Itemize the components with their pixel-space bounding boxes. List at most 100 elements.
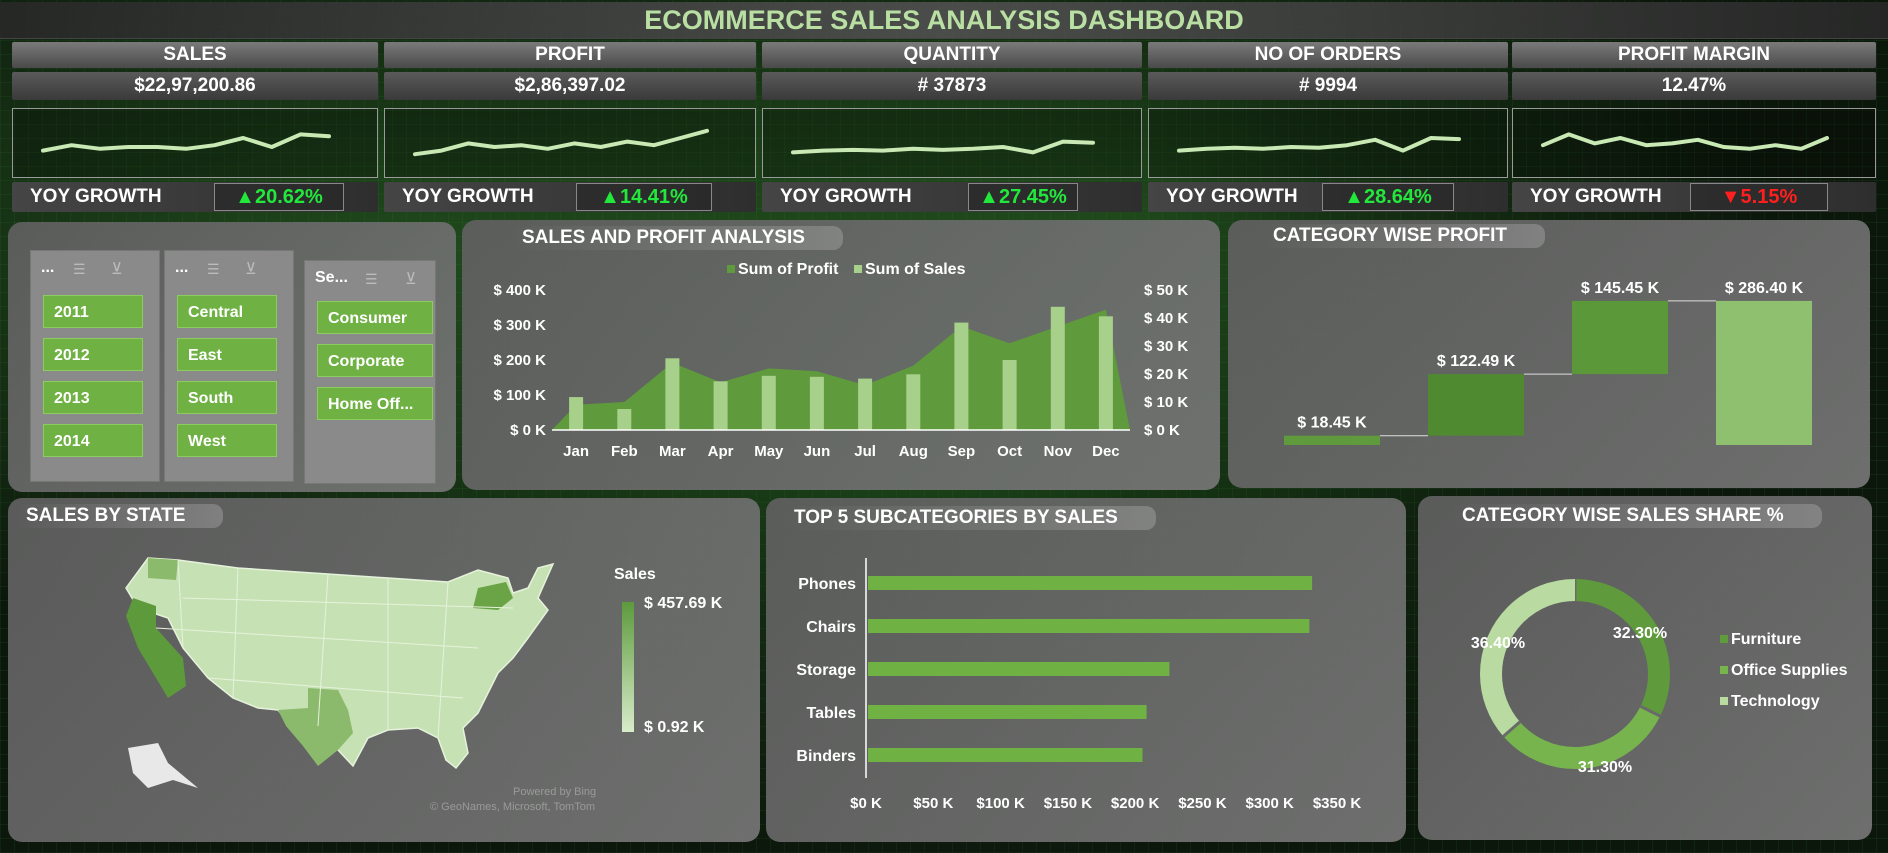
waterfall-label: $ 145.45 K xyxy=(1581,280,1660,297)
slicer-item-central[interactable]: Central xyxy=(177,295,277,328)
bar-binders xyxy=(868,748,1143,762)
donut-label: 31.30% xyxy=(1578,759,1632,776)
left-axis-tick: $ 0 K xyxy=(510,422,546,439)
share-legend-furniture: Furniture xyxy=(1731,631,1801,648)
donut-label: 32.30% xyxy=(1613,625,1667,642)
kpi-profit-spark-line xyxy=(413,128,709,157)
slicer-item-home-off[interactable]: Home Off... xyxy=(317,387,433,420)
waterfall-label: $ 18.45 K xyxy=(1297,415,1367,432)
sales-column-aug xyxy=(906,374,921,430)
clear-filter-icon[interactable]: ⊻ xyxy=(405,269,417,289)
x-axis-tick: $250 K xyxy=(1178,795,1227,812)
month-label: Dec xyxy=(1092,443,1120,460)
share-legend-swatch xyxy=(1720,635,1728,643)
right-axis-tick: $ 20 K xyxy=(1144,366,1188,383)
legend-sales: Sum of Sales xyxy=(865,261,966,278)
sales-column-may xyxy=(761,375,776,431)
sales-column-dec xyxy=(1098,316,1113,431)
map-credit-geo: © GeoNames, Microsoft, TomTom xyxy=(430,801,595,813)
sales-column-nov xyxy=(1050,306,1065,430)
sales-column-oct xyxy=(1002,360,1017,430)
category-profit-chart: $ 18.45 K $ 122.49 K $ 145.45 K $ 286.40 K xyxy=(1284,280,1812,445)
month-label: Sep xyxy=(948,443,976,460)
right-axis-tick: $ 10 K xyxy=(1144,394,1188,411)
kpi-sales-label: SALES xyxy=(12,42,378,68)
multi-select-icon[interactable]: ☰ xyxy=(207,261,220,278)
slicer-3-header: Se... xyxy=(315,269,348,286)
slicer-item-west[interactable]: West xyxy=(177,424,277,457)
us-map[interactable]: Sales $ 457.69 K $ 0.92 K Powered by Bin… xyxy=(8,498,760,842)
kpi-quantity-value: # 37873 xyxy=(762,72,1142,100)
month-label: Mar xyxy=(659,443,686,460)
sales-column-mar xyxy=(665,358,680,431)
kpi-sales-spark-line xyxy=(41,132,331,153)
category-profit-panel: CATEGORY WISE PROFIT $ 18.45 K $ 122.49 K… xyxy=(1228,220,1870,488)
share-legend-swatch xyxy=(1720,697,1728,705)
category-label: Chairs xyxy=(806,619,856,636)
kpi-profit-margin-sparkline-svg xyxy=(1541,132,1829,151)
sales-column-apr xyxy=(713,381,728,430)
kpi-profit-sparkline-svg xyxy=(413,128,709,157)
left-axis-tick: $ 400 K xyxy=(493,282,546,299)
slicer-item-2011[interactable]: 2011 xyxy=(43,295,143,328)
multi-select-icon[interactable]: ☰ xyxy=(73,261,86,278)
kpi-no-of-orders-yoy-value: ▲28.64% xyxy=(1322,183,1454,211)
waterfall-bar-furniture xyxy=(1284,435,1380,445)
alaska-shape xyxy=(128,743,198,788)
kpi-profit-yoy-label: YOY GROWTH xyxy=(402,186,534,207)
x-axis-tick: $0 K xyxy=(850,795,882,812)
waterfall-bar-office-supplies xyxy=(1428,374,1524,436)
kpi-quantity-yoy-value: ▲27.45% xyxy=(968,183,1078,211)
sales-share-panel: CATEGORY WISE SALES SHARE % 32.30% 31.30%… xyxy=(1418,496,1872,840)
kpi-profit-margin-yoy-value: ▼5.15% xyxy=(1690,183,1828,211)
kpi-no-of-orders-sparkline xyxy=(1148,108,1508,178)
bar-phones xyxy=(868,576,1313,590)
kpi-profit-sparkline xyxy=(384,108,756,178)
x-axis-tick: $150 K xyxy=(1044,795,1093,812)
month-label: Jan xyxy=(563,443,589,460)
kpi-no-of-orders-yoy-label: YOY GROWTH xyxy=(1166,186,1298,207)
kpi-sales-yoy-label: YOY GROWTH xyxy=(30,186,162,207)
category-label: Storage xyxy=(796,662,856,679)
kpi-quantity-yoy-label: YOY GROWTH xyxy=(780,186,912,207)
kpi-profit-margin-sparkline xyxy=(1512,108,1876,178)
map-legend-max: $ 457.69 K xyxy=(644,595,723,612)
kpi-no-of-orders-sparkline-svg xyxy=(1177,136,1461,153)
slicer-3: Se... ☰ ⊻ Consumer Corporate Home Off... xyxy=(304,260,436,484)
sales-profit-chart: Sum of Profit Sum of Sales $ 400 K $ 300 K $… xyxy=(493,261,1188,460)
right-axis-tick: $ 30 K xyxy=(1144,338,1188,355)
slicer-2-header: ... xyxy=(175,259,189,276)
sales-column-feb xyxy=(617,409,632,430)
share-legend-office-supplies: Office Supplies xyxy=(1731,662,1848,679)
map-legend-title: Sales xyxy=(614,566,656,583)
slicer-item-2014[interactable]: 2014 xyxy=(43,424,143,457)
category-label: Phones xyxy=(798,576,856,593)
month-label: Jul xyxy=(854,443,876,460)
dashboard-title: ECOMMERCE SALES ANALYSIS DASHBOARD xyxy=(0,2,1888,39)
x-axis-tick: $350 K xyxy=(1313,795,1362,812)
donut-label: 36.40% xyxy=(1471,635,1525,652)
multi-select-icon[interactable]: ☰ xyxy=(365,271,378,288)
kpi-sales-yoy-value: ▲20.62% xyxy=(214,183,344,211)
slicer-item-corporate[interactable]: Corporate xyxy=(317,344,433,377)
month-label: Aug xyxy=(899,443,928,460)
map-credit-bing: Powered by Bing xyxy=(513,786,596,798)
slicer-item-south[interactable]: South xyxy=(177,381,277,414)
slicer-1: ... ☰ ⊻ 2011 2012 2013 2014 xyxy=(30,250,160,482)
slicer-item-2012[interactable]: 2012 xyxy=(43,338,143,371)
clear-filter-icon[interactable]: ⊻ xyxy=(245,259,257,279)
kpi-quantity-sparkline xyxy=(762,108,1142,178)
clear-filter-icon[interactable]: ⊻ xyxy=(111,259,123,279)
x-axis-tick: $50 K xyxy=(913,795,953,812)
slicer-item-consumer[interactable]: Consumer xyxy=(317,301,433,334)
sales-profit-panel: SALES AND PROFIT ANALYSIS Sum of Profit S… xyxy=(462,220,1220,490)
kpi-profit-margin-yoy: YOY GROWTH ▼5.15% xyxy=(1512,182,1876,212)
slicer-item-2013[interactable]: 2013 xyxy=(43,381,143,414)
kpi-profit-label: PROFIT xyxy=(384,42,756,68)
legend-swatch-sales xyxy=(854,265,862,273)
kpi-no-of-orders-label: NO OF ORDERS xyxy=(1148,42,1508,68)
slicer-item-east[interactable]: East xyxy=(177,338,277,371)
right-axis-tick: $ 40 K xyxy=(1144,310,1188,327)
category-label: Binders xyxy=(796,748,856,765)
kpi-no-of-orders-spark-line xyxy=(1177,136,1461,153)
